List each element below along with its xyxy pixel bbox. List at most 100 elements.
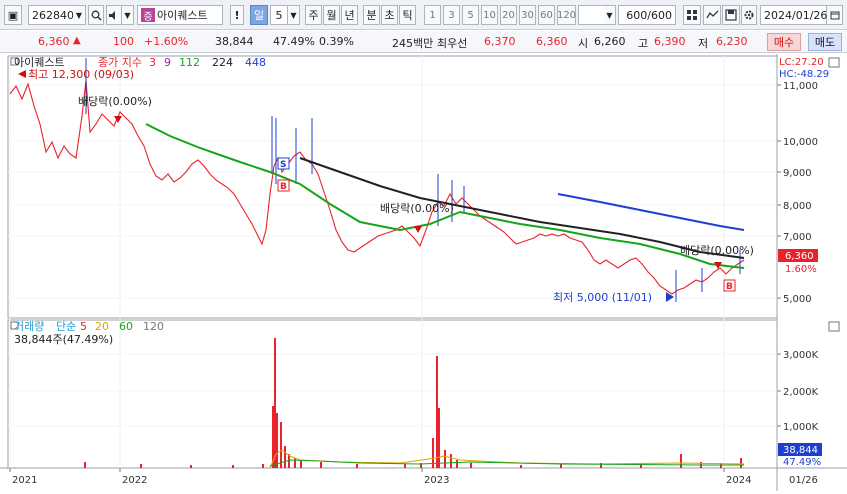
- buy-button[interactable]: 매수: [767, 33, 801, 51]
- date-tick-label: 2021: [12, 475, 37, 486]
- open-price: 6,260: [594, 35, 626, 48]
- volume-bar: [276, 413, 278, 468]
- stock-code-dropdown-icon[interactable]: ▼: [73, 5, 86, 25]
- window-menu-icon[interactable]: ▣: [4, 5, 22, 25]
- volume-value: 38,844: [215, 35, 254, 48]
- interval-30-button[interactable]: 30: [519, 5, 536, 25]
- interval-10-button[interactable]: 10: [481, 5, 498, 25]
- volume-current-value: 38,844주(47.49%): [14, 333, 113, 346]
- tab-tick[interactable]: 틱: [399, 5, 416, 25]
- volume-tick-label: 2,000K: [783, 387, 819, 398]
- interval-20-button[interactable]: 20: [500, 5, 517, 25]
- lc-indicator: LC:27.20: [779, 57, 824, 68]
- best-bid: 6,360: [536, 35, 568, 48]
- volume-bar: [450, 454, 452, 468]
- low-price: 6,230: [716, 35, 748, 48]
- volume-legend-item: 20: [95, 320, 109, 333]
- current-pct-tag-value: 1.60%: [785, 264, 817, 275]
- volume-bar: [300, 460, 302, 468]
- volume-bar: [470, 463, 472, 468]
- volume-tick-label: 3,000K: [783, 350, 819, 361]
- price-legend-item: 9: [164, 56, 171, 69]
- buy-signal-icon: B: [726, 282, 733, 292]
- high-label: 고: [638, 37, 649, 50]
- interval-120-label: 120: [556, 9, 577, 21]
- tab-second[interactable]: 초: [381, 5, 398, 25]
- period-value-input[interactable]: 5: [270, 5, 288, 25]
- interval-20-label: 20: [502, 9, 515, 21]
- speaker-icon[interactable]: [106, 5, 122, 25]
- trend-tool-icon[interactable]: [703, 5, 721, 25]
- volume-bar: [740, 458, 742, 468]
- interval-120-button[interactable]: 120: [557, 5, 576, 25]
- period-daily-button[interactable]: 일: [250, 5, 268, 25]
- price-tick-label: 5,000: [783, 294, 812, 305]
- date-tick-label: 2022: [122, 475, 147, 486]
- period-label: 일: [253, 9, 265, 22]
- tab-monthly[interactable]: 월: [323, 5, 340, 25]
- price-legend-item: 448: [245, 56, 266, 69]
- interval-3-button[interactable]: 3: [443, 5, 460, 25]
- dividend-label: 배당락(0.00%): [78, 95, 152, 108]
- toolbar: ▣ 262840 ▼ ▼ 증 아이퀘스트 ! 일 5 ▼ 주 월 년 분 초 틱…: [0, 0, 847, 30]
- speaker-dropdown-icon[interactable]: ▼: [122, 5, 134, 25]
- dividend-label: 배당락(0.00%): [380, 202, 454, 215]
- volume-bar: [232, 465, 234, 468]
- price-tick-label: 11,000: [783, 81, 818, 92]
- volume-value-tag-text: 38,844: [783, 445, 818, 456]
- volume-tick-label: 1,000K: [783, 422, 819, 433]
- up-arrow-icon: ▲: [73, 35, 81, 46]
- save-icon[interactable]: [722, 5, 740, 25]
- low-label: 저: [698, 37, 709, 50]
- interval-3-label: 3: [448, 9, 455, 21]
- date-input[interactable]: 2024/01/26: [760, 5, 827, 25]
- tab-minute[interactable]: 분: [363, 5, 380, 25]
- interval-60-button[interactable]: 60: [538, 5, 555, 25]
- chart-svg[interactable]: S B B 11,000 10,000 9,000 8,000 7,000 5,000 3,00…: [0, 54, 847, 491]
- highest-price-note: 최고 12,300 (09/03): [28, 68, 134, 81]
- lowest-price-note: 최저 5,000 (11/01): [553, 291, 652, 304]
- volume-bar: [190, 465, 192, 468]
- tab-weekly-label: 주: [308, 9, 319, 22]
- tab-minute-label: 분: [366, 9, 377, 22]
- volume-panel-title: 거래량: [14, 320, 44, 333]
- volume-bar: [438, 408, 440, 468]
- grid-icon[interactable]: [683, 5, 701, 25]
- interval-custom-dropdown-icon[interactable]: ▼: [604, 5, 616, 25]
- period-dropdown-icon[interactable]: ▼: [288, 5, 300, 25]
- buy-signal-icon: B: [280, 182, 287, 192]
- tab-weekly[interactable]: 주: [305, 5, 322, 25]
- volume-bar: [436, 356, 438, 468]
- price-tick-label: 8,000: [783, 201, 812, 212]
- current-price: 6,360: [38, 35, 70, 48]
- interval-5-button[interactable]: 5: [462, 5, 479, 25]
- settings-icon[interactable]: [741, 5, 757, 25]
- sell-label: 매도: [814, 36, 836, 49]
- sell-button[interactable]: 매도: [808, 33, 842, 51]
- volume-bar: [140, 464, 142, 468]
- volume-panel-maximize-icon: [828, 321, 840, 332]
- volume-bar: [284, 446, 286, 468]
- volume-legend-item: 120: [143, 320, 164, 333]
- price-change: 100: [113, 35, 134, 48]
- volume-panel[interactable]: [7, 319, 778, 469]
- volume-bar: [520, 465, 522, 468]
- data-count-input[interactable]: 600/600: [618, 5, 676, 25]
- search-icon[interactable]: [88, 5, 104, 25]
- calendar-icon[interactable]: [827, 5, 843, 25]
- dividend-label: 배당락(0.00%): [680, 244, 754, 257]
- stock-name-field[interactable]: 증 아이퀘스트: [137, 5, 223, 25]
- tab-yearly[interactable]: 년: [341, 5, 358, 25]
- price-legend-item: 224: [212, 56, 233, 69]
- interval-60-label: 60: [540, 9, 553, 21]
- stock-badge: 증: [141, 8, 155, 23]
- turnover-ratio: 0.39%: [319, 35, 354, 48]
- warning-button[interactable]: !: [230, 5, 244, 25]
- chart-area[interactable]: S B B 11,000 10,000 9,000 8,000 7,000 5,000 3,00…: [0, 54, 847, 491]
- volume-legend-item: 단순: [56, 320, 76, 333]
- tab-yearly-label: 년: [344, 9, 355, 22]
- tab-tick-label: 틱: [402, 9, 413, 22]
- price-change-pct: +1.60%: [144, 35, 189, 48]
- volume-ratio: 47.49%: [273, 35, 315, 48]
- interval-1-button[interactable]: 1: [424, 5, 441, 25]
